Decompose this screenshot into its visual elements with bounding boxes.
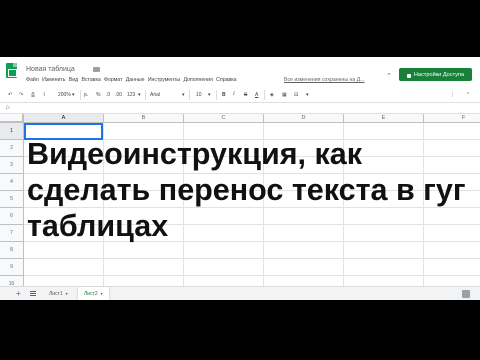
sheets-logo-icon[interactable] (6, 63, 17, 78)
menu-addons[interactable]: Дополнения (183, 77, 212, 83)
sheet-tab-1[interactable]: Лист1 ▾ (43, 287, 74, 300)
font-size-select[interactable]: 10 (196, 90, 202, 100)
select-all-corner[interactable] (0, 114, 24, 123)
column-header-f[interactable]: F (424, 114, 480, 123)
share-button[interactable]: Настройки Доступа (399, 68, 472, 81)
increase-decimals-button[interactable]: .00 (115, 90, 122, 100)
toolbar-divider (80, 90, 81, 100)
currency-format-button[interactable]: р. (84, 90, 88, 100)
row-header-7[interactable]: 7 (0, 225, 24, 242)
borders-icon[interactable]: ▦ (282, 90, 287, 100)
menu-bar: Файл Изменить Вид Вставка Формат Данные … (26, 77, 240, 83)
bold-button[interactable]: B (222, 90, 226, 100)
decrease-decimals-button[interactable]: .0 (106, 90, 110, 100)
add-sheet-icon[interactable]: + (16, 289, 21, 298)
sheet-tab-2[interactable]: Лист2 ▾ (78, 287, 109, 300)
sheet-tab-label: Лист1 (49, 291, 63, 297)
menu-help[interactable]: Справка (216, 77, 236, 83)
app-header: Новая таблица Файл Изменить Вид Вставка … (0, 57, 480, 87)
undo-icon[interactable]: ↶ (8, 90, 12, 100)
share-button-label: Настройки Доступа (413, 71, 465, 78)
toolbar: ↶ ↷ ⎙ ⌇ 200% ▾ р. % .0 .00 123 ▾ Arial ▾… (0, 87, 480, 103)
toolbar-divider (189, 90, 190, 100)
chevron-down-icon: ▾ (208, 92, 211, 98)
sheet-tabs-bar: + Лист1 ▾ Лист2 ▾ (0, 286, 480, 300)
spreadsheet-grid[interactable]: A B C D E F 1 2 3 4 5 6 7 8 9 10 Видеоин… (0, 114, 480, 286)
menu-edit[interactable]: Изменить (42, 77, 65, 83)
paint-format-icon[interactable]: ⌇ (43, 90, 45, 100)
menu-insert[interactable]: Вставка (81, 77, 100, 83)
redo-icon[interactable]: ↷ (19, 90, 23, 100)
grid-line (24, 275, 480, 276)
column-header-e[interactable]: E (344, 114, 424, 123)
column-header-d[interactable]: D (264, 114, 344, 123)
percent-format-button[interactable]: % (96, 90, 100, 100)
row-header-5[interactable]: 5 (0, 191, 24, 208)
chevron-down-icon: ▾ (72, 92, 75, 98)
row-header-2[interactable]: 2 (0, 140, 24, 157)
document-title[interactable]: Новая таблица (26, 66, 75, 73)
chevron-down-icon: ▾ (138, 92, 141, 98)
toolbar-divider (145, 90, 146, 100)
fx-icon: fx (6, 105, 10, 111)
row-header-4[interactable]: 4 (0, 174, 24, 191)
text-color-button[interactable]: A (255, 90, 258, 100)
chevron-down-icon: ▾ (306, 92, 309, 98)
column-header-c[interactable]: C (184, 114, 264, 123)
toolbar-divider (264, 90, 265, 100)
row-header-9[interactable]: 9 (0, 259, 24, 276)
collapse-toolbar-icon[interactable]: ⌃ (466, 90, 470, 100)
menu-tools[interactable]: Инструменты (148, 77, 180, 83)
row-header-8[interactable]: 8 (0, 242, 24, 259)
formula-bar[interactable]: fx (0, 103, 480, 114)
chevron-down-icon: ▾ (100, 291, 103, 296)
menu-format[interactable]: Формат (104, 77, 122, 83)
spreadsheet-app: Новая таблица Файл Изменить Вид Вставка … (0, 57, 480, 300)
menu-file[interactable]: Файл (26, 77, 39, 83)
toolbar-divider (216, 90, 217, 100)
chevron-up-icon[interactable]: ⌃ (386, 72, 392, 80)
row-header-3[interactable]: 3 (0, 157, 24, 174)
lock-icon (406, 73, 411, 78)
merge-cells-icon[interactable]: ⊟ (294, 90, 298, 100)
cell-text-a2[interactable]: Видеоинструкция, как сделать перенос тек… (27, 136, 467, 244)
print-icon[interactable]: ⎙ (31, 90, 35, 100)
grid-line (24, 258, 480, 259)
sheet-tab-label: Лист2 (84, 291, 98, 297)
row-header-6[interactable]: 6 (0, 208, 24, 225)
italic-button[interactable]: I (233, 90, 235, 100)
strikethrough-button[interactable]: S (244, 90, 247, 100)
more-options-icon[interactable]: ⋮ (450, 90, 455, 100)
more-formats-button[interactable]: 123 (127, 90, 135, 100)
column-header-a[interactable]: A (24, 114, 104, 123)
folder-icon[interactable] (93, 67, 100, 72)
font-select[interactable]: Arial (150, 90, 160, 100)
row-header-10[interactable]: 10 (0, 276, 24, 286)
explore-icon[interactable] (462, 290, 470, 298)
chevron-down-icon: ▾ (182, 92, 185, 98)
column-header-b[interactable]: B (104, 114, 184, 123)
menu-view[interactable]: Вид (69, 77, 78, 83)
save-status-link[interactable]: Все изменения сохранены на Д... (284, 77, 365, 83)
row-header-1[interactable]: 1 (0, 123, 24, 140)
chevron-down-icon: ▾ (65, 291, 68, 296)
all-sheets-icon[interactable] (30, 291, 36, 296)
menu-data[interactable]: Данные (126, 77, 145, 83)
zoom-select[interactable]: 200% (58, 90, 71, 100)
fill-color-icon[interactable]: ◈ (270, 90, 274, 100)
